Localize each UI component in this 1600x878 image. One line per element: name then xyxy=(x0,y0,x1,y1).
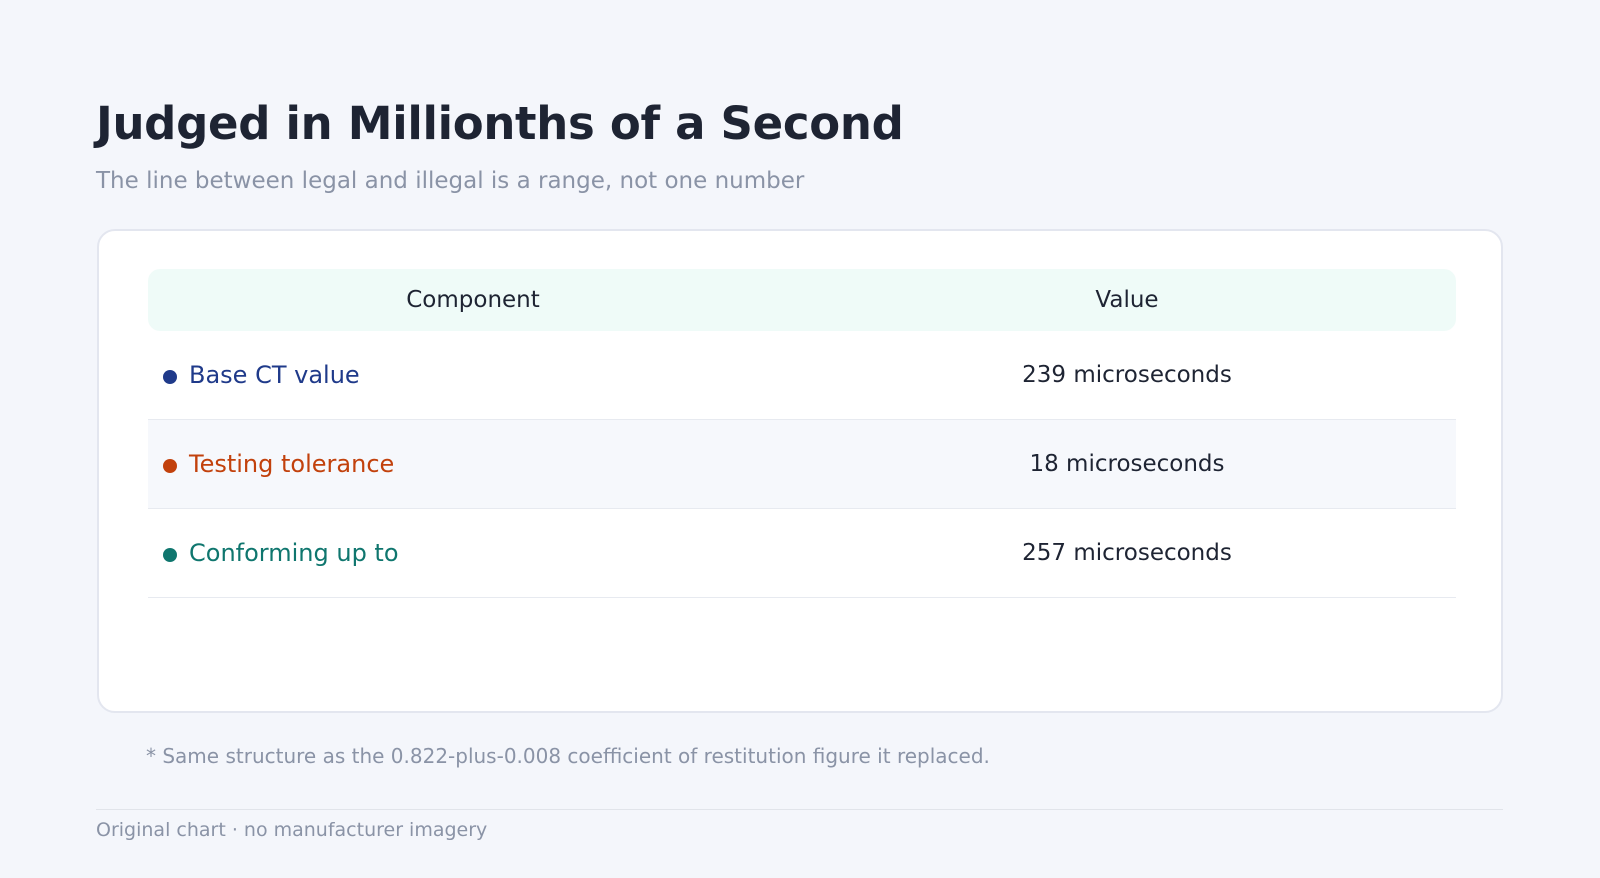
row-component-cell: Base CT value xyxy=(148,361,798,389)
value-cell: 18 microseconds xyxy=(1029,451,1225,477)
series-dot-icon xyxy=(163,547,177,562)
table-card: Component Value Base CT value 239 micros… xyxy=(97,229,1503,713)
value-cell: 257 microseconds xyxy=(1022,540,1232,566)
source-note: Original chart · no manufacturer imagery xyxy=(96,819,488,841)
row-component-cell: Conforming up to xyxy=(148,539,798,567)
series-dot-icon xyxy=(163,369,177,384)
data-table: Component Value Base CT value 239 micros… xyxy=(148,269,1456,598)
table-header: Component Value xyxy=(148,269,1456,331)
component-label: Conforming up to xyxy=(189,539,399,567)
table-row: Conforming up to 257 microseconds xyxy=(148,509,1456,598)
table-row: Testing tolerance 18 microseconds xyxy=(148,420,1456,509)
chart-title: Judged in Millionths of a Second xyxy=(96,97,904,150)
header-component: Component xyxy=(406,287,540,313)
table-row: Base CT value 239 microseconds xyxy=(148,331,1456,420)
footnote: * Same structure as the 0.822-plus-0.008… xyxy=(146,744,990,768)
component-label: Base CT value xyxy=(189,361,360,389)
series-dot-icon xyxy=(163,458,177,473)
component-label: Testing tolerance xyxy=(189,450,395,478)
value-cell: 239 microseconds xyxy=(1022,362,1232,388)
divider xyxy=(96,809,1503,810)
row-component-cell: Testing tolerance xyxy=(148,450,798,478)
header-value: Value xyxy=(1095,287,1159,313)
chart-subtitle: The line between legal and illegal is a … xyxy=(96,168,805,194)
